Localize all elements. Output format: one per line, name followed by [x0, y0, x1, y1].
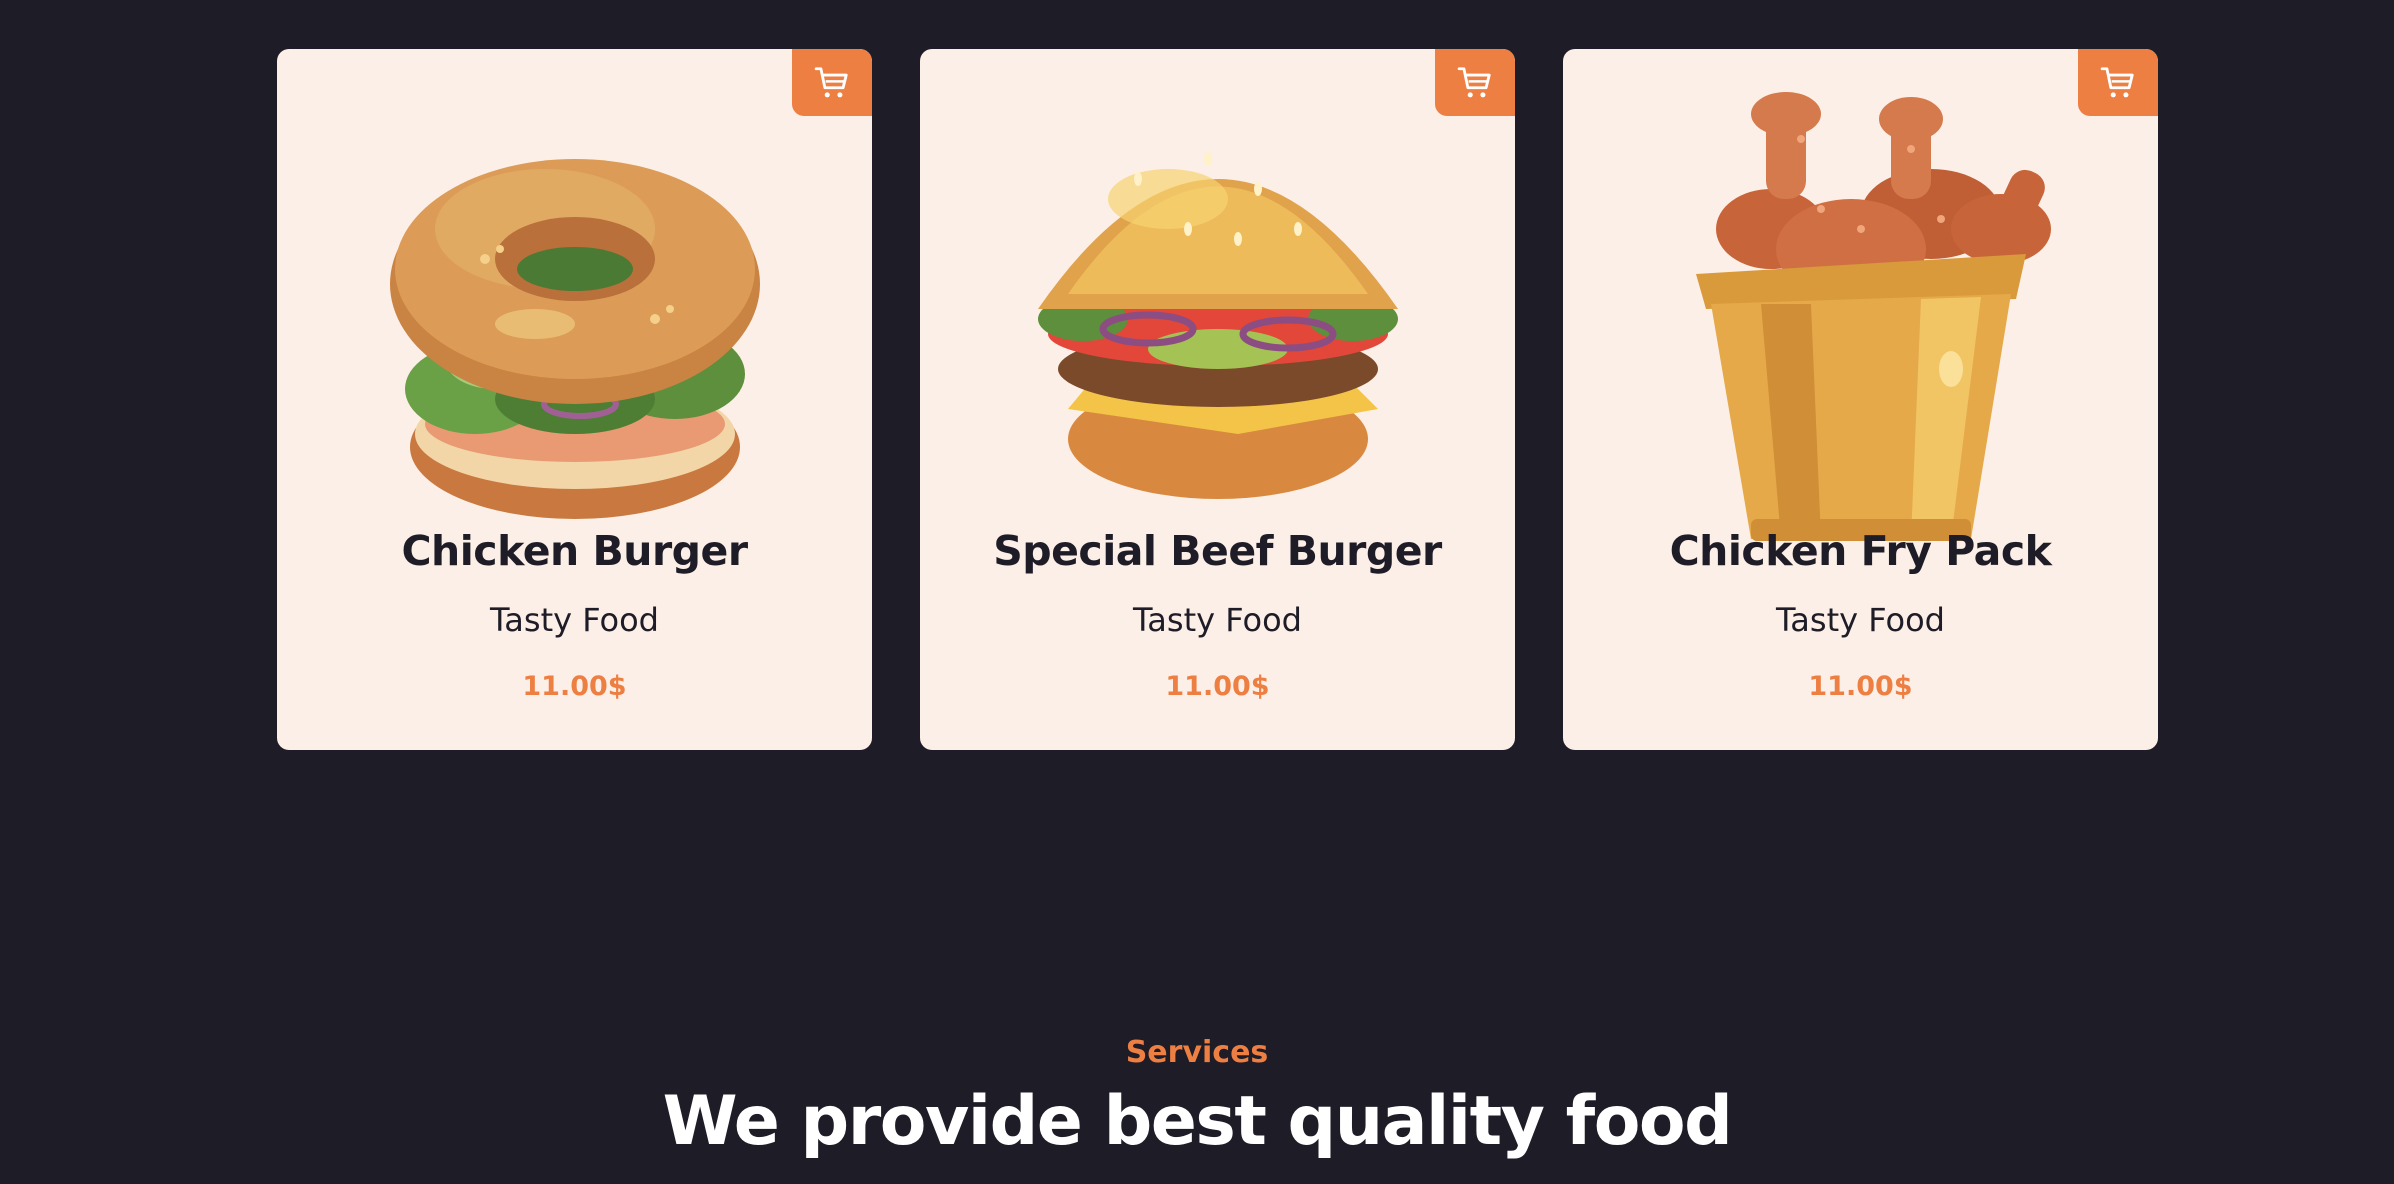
- cart-icon: [1457, 66, 1491, 97]
- product-price: 11.00$: [1165, 671, 1270, 702]
- product-title: Chicken Burger: [401, 527, 748, 575]
- chicken-burger-image: [335, 79, 815, 549]
- product-subtitle: Tasty Food: [490, 601, 659, 639]
- product-price: 11.00$: [1808, 671, 1913, 702]
- product-card[interactable]: Special Beef Burger Tasty Food 11.00$: [920, 49, 1515, 750]
- product-subtitle: Tasty Food: [1133, 601, 1302, 639]
- chicken-bucket-image: [1621, 79, 2101, 549]
- product-subtitle: Tasty Food: [1776, 601, 1945, 639]
- product-price: 11.00$: [522, 671, 627, 702]
- page: Chicken Burger Tasty Food 11.00$ Special…: [0, 0, 2394, 1184]
- product-card[interactable]: Chicken Burger Tasty Food 11.00$: [277, 49, 872, 750]
- product-card[interactable]: Chicken Fry Pack Tasty Food 11.00$: [1563, 49, 2158, 750]
- section-label: Services: [1125, 1035, 1269, 1070]
- beef-burger-image: [978, 79, 1458, 549]
- product-title: Chicken Fry Pack: [1669, 527, 2052, 575]
- section-title: We provide best quality food: [662, 1082, 1733, 1161]
- product-title: Special Beef Burger: [993, 527, 1442, 575]
- cart-icon: [2100, 66, 2134, 97]
- cart-icon: [814, 66, 848, 97]
